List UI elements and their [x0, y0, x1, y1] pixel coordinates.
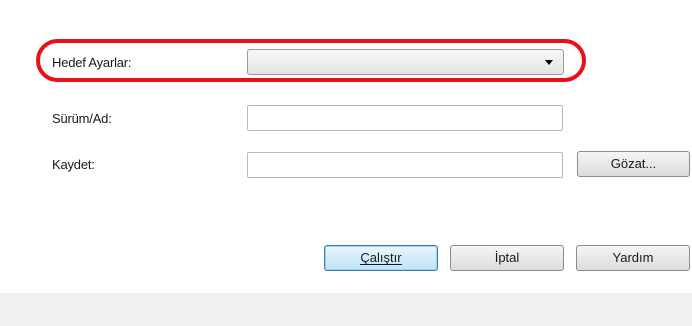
run-button-label: Çalıştır [360, 250, 402, 265]
save-label: Kaydet: [52, 157, 95, 172]
run-button[interactable]: Çalıştır [324, 245, 438, 271]
dialog-body: Hedef Ayarlar: Sürüm/Ad: Kaydet: Gözat..… [0, 0, 692, 293]
cancel-button-label: İptal [494, 250, 520, 265]
dialog-footer-band [0, 293, 692, 326]
save-path-input[interactable] [247, 152, 563, 178]
target-settings-dropdown[interactable] [247, 49, 564, 75]
chevron-down-icon [545, 60, 553, 65]
cancel-button[interactable]: İptal [450, 245, 564, 271]
help-button-label: Yardım [612, 250, 654, 265]
target-settings-label: Hedef Ayarlar: [52, 55, 132, 70]
browse-button[interactable]: Gözat... [577, 151, 690, 177]
version-name-label: Sürüm/Ad: [52, 111, 112, 126]
browse-button-label: Gözat... [610, 156, 657, 171]
help-button[interactable]: Yardım [576, 245, 690, 271]
version-name-input[interactable] [247, 105, 563, 131]
